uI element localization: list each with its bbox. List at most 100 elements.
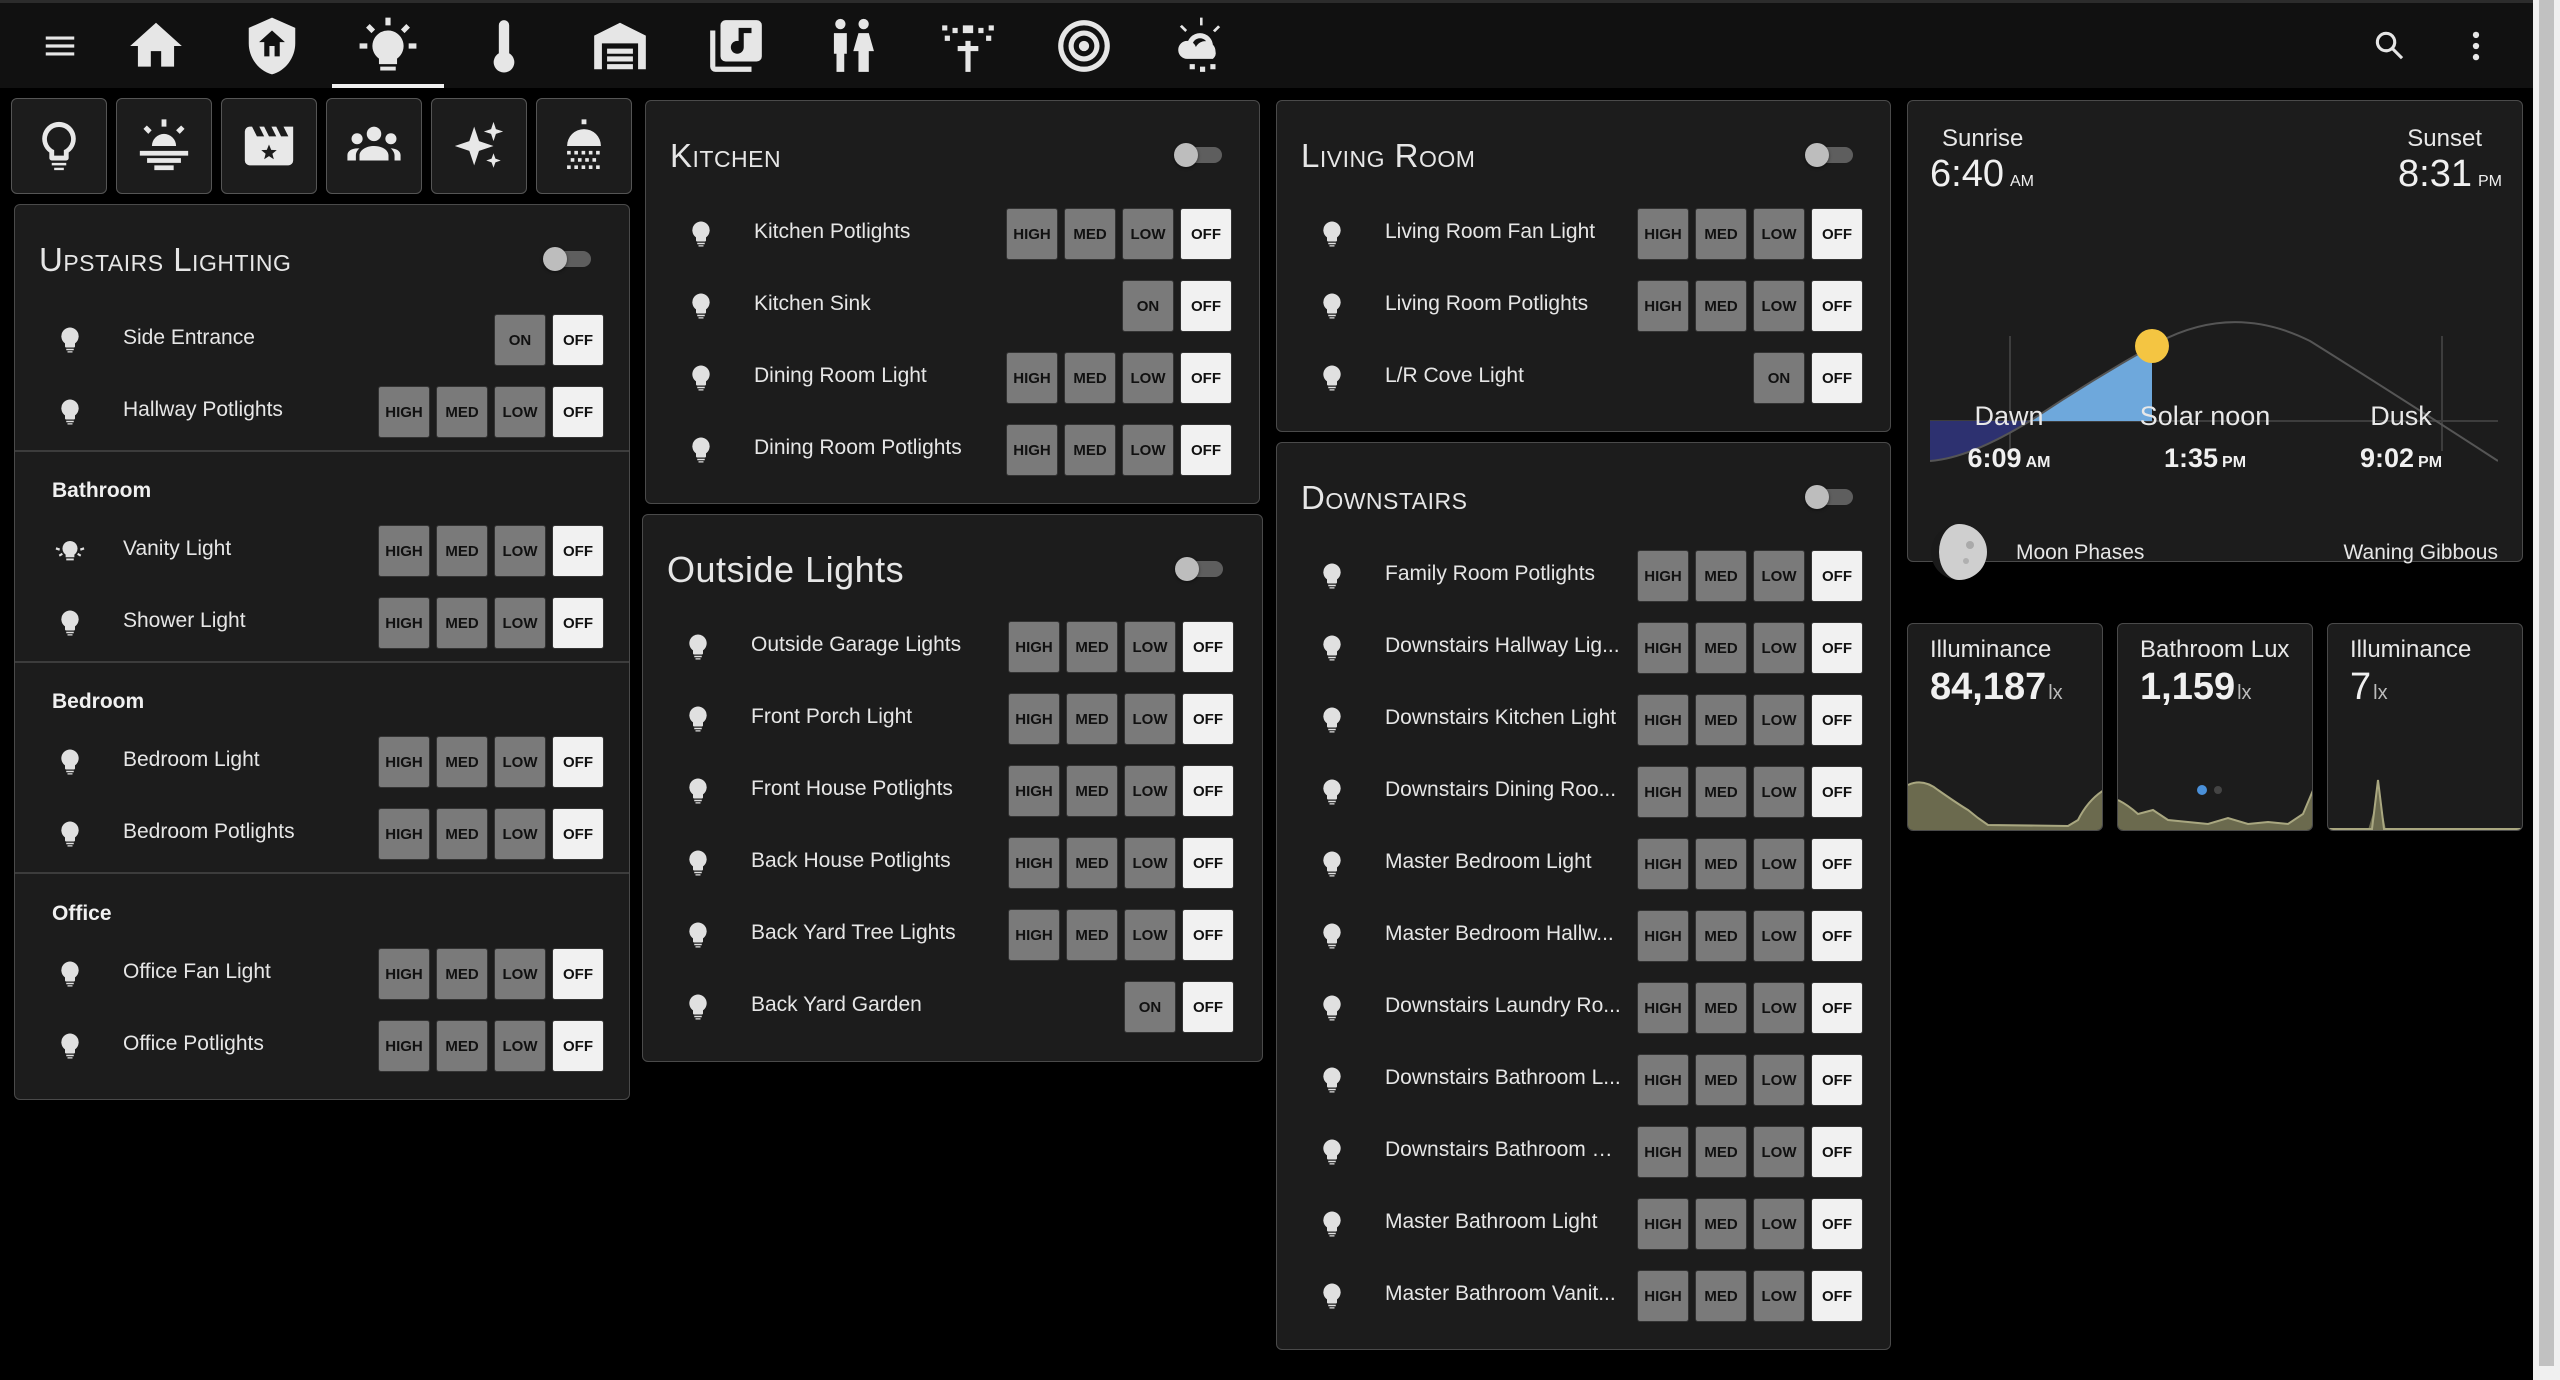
high-button[interactable]: HIGH xyxy=(1637,982,1689,1034)
light-name[interactable]: Kitchen Sink xyxy=(754,292,1106,316)
on-button[interactable]: ON xyxy=(1122,280,1174,332)
light-name[interactable]: Downstairs Hallway Lig... xyxy=(1385,634,1621,658)
lightbulb-icon[interactable] xyxy=(55,396,85,428)
off-button[interactable]: OFF xyxy=(1811,352,1863,404)
med-button[interactable]: MED xyxy=(436,808,488,860)
light-name[interactable]: Hallway Potlights xyxy=(123,398,362,422)
light-name[interactable]: Front Porch Light xyxy=(751,705,992,729)
high-button[interactable]: HIGH xyxy=(1637,622,1689,674)
tab-safety[interactable] xyxy=(1028,3,1140,88)
lightbulb-icon[interactable] xyxy=(1317,1280,1347,1312)
low-button[interactable]: LOW xyxy=(494,736,546,788)
vanity-bulb-icon[interactable] xyxy=(55,535,85,567)
low-button[interactable]: LOW xyxy=(1753,766,1805,818)
off-button[interactable]: OFF xyxy=(1182,765,1234,817)
med-button[interactable]: MED xyxy=(1695,280,1747,332)
high-button[interactable]: HIGH xyxy=(1637,910,1689,962)
low-button[interactable]: LOW xyxy=(494,597,546,649)
med-button[interactable]: MED xyxy=(1066,765,1118,817)
living-group-toggle[interactable] xyxy=(1805,143,1857,167)
low-button[interactable]: LOW xyxy=(1753,1126,1805,1178)
high-button[interactable]: HIGH xyxy=(378,597,430,649)
light-name[interactable]: Outside Garage Lights xyxy=(751,633,992,657)
light-name[interactable]: Back Yard Garden xyxy=(751,993,1108,1017)
med-button[interactable]: MED xyxy=(436,948,488,1000)
on-button[interactable]: ON xyxy=(1753,352,1805,404)
low-button[interactable]: LOW xyxy=(1124,621,1176,673)
tab-media[interactable] xyxy=(680,3,792,88)
high-button[interactable]: HIGH xyxy=(378,808,430,860)
tab-people[interactable] xyxy=(796,3,908,88)
off-button[interactable]: OFF xyxy=(1811,694,1863,746)
high-button[interactable]: HIGH xyxy=(378,525,430,577)
light-name[interactable]: Downstairs Bathroom V... xyxy=(1385,1138,1621,1162)
high-button[interactable]: HIGH xyxy=(1637,550,1689,602)
off-button[interactable]: OFF xyxy=(1180,352,1232,404)
lightbulb-icon[interactable] xyxy=(55,746,85,778)
scrollbar[interactable] xyxy=(2533,0,2560,1380)
bathroom-lux-sensor-card[interactable]: Bathroom Lux 1,159 lx xyxy=(2117,623,2313,831)
high-button[interactable]: HIGH xyxy=(1637,766,1689,818)
light-name[interactable]: Side Entrance xyxy=(123,326,478,350)
light-name[interactable]: Downstairs Kitchen Light xyxy=(1385,706,1621,730)
tab-climate[interactable] xyxy=(448,3,560,88)
menu-button[interactable] xyxy=(20,3,100,88)
off-button[interactable]: OFF xyxy=(1180,424,1232,476)
low-button[interactable]: LOW xyxy=(494,1020,546,1072)
high-button[interactable]: HIGH xyxy=(378,386,430,438)
off-button[interactable]: OFF xyxy=(1180,208,1232,260)
high-button[interactable]: HIGH xyxy=(1637,1126,1689,1178)
off-button[interactable]: OFF xyxy=(1180,280,1232,332)
lightbulb-icon[interactable] xyxy=(1317,1208,1347,1240)
lightbulb-icon[interactable] xyxy=(55,1030,85,1062)
low-button[interactable]: LOW xyxy=(1124,693,1176,745)
tab-lights[interactable] xyxy=(332,3,444,88)
low-button[interactable]: LOW xyxy=(1753,208,1805,260)
off-button[interactable]: OFF xyxy=(1811,982,1863,1034)
high-button[interactable]: HIGH xyxy=(1008,765,1060,817)
scene-sunset-button[interactable] xyxy=(116,98,212,194)
light-name[interactable]: Bedroom Light xyxy=(123,748,362,772)
lightbulb-icon[interactable] xyxy=(686,218,716,250)
off-button[interactable]: OFF xyxy=(1811,838,1863,890)
low-button[interactable]: LOW xyxy=(1122,208,1174,260)
off-button[interactable]: OFF xyxy=(1811,1054,1863,1106)
light-name[interactable]: Dining Room Potlights xyxy=(754,436,990,460)
scene-guests-button[interactable] xyxy=(326,98,422,194)
low-button[interactable]: LOW xyxy=(1753,982,1805,1034)
med-button[interactable]: MED xyxy=(436,386,488,438)
off-button[interactable]: OFF xyxy=(1811,1198,1863,1250)
med-button[interactable]: MED xyxy=(1695,1198,1747,1250)
light-name[interactable]: Back House Potlights xyxy=(751,849,992,873)
low-button[interactable]: LOW xyxy=(1753,622,1805,674)
off-button[interactable]: OFF xyxy=(1811,280,1863,332)
low-button[interactable]: LOW xyxy=(1753,694,1805,746)
high-button[interactable]: HIGH xyxy=(1008,909,1060,961)
low-button[interactable]: LOW xyxy=(1753,1198,1805,1250)
med-button[interactable]: MED xyxy=(1066,837,1118,889)
lightbulb-icon[interactable] xyxy=(683,703,713,735)
low-button[interactable]: LOW xyxy=(1122,424,1174,476)
off-button[interactable]: OFF xyxy=(1182,621,1234,673)
med-button[interactable]: MED xyxy=(1695,694,1747,746)
tab-weather[interactable] xyxy=(1144,3,1256,88)
high-button[interactable]: HIGH xyxy=(1637,694,1689,746)
lightbulb-icon[interactable] xyxy=(1317,992,1347,1024)
light-name[interactable]: Front House Potlights xyxy=(751,777,992,801)
med-button[interactable]: MED xyxy=(436,736,488,788)
light-name[interactable]: Downstairs Laundry Ro... xyxy=(1385,994,1621,1018)
light-name[interactable]: Office Potlights xyxy=(123,1032,362,1056)
off-button[interactable]: OFF xyxy=(552,808,604,860)
med-button[interactable]: MED xyxy=(1695,766,1747,818)
scrollbar-thumb[interactable] xyxy=(2539,0,2554,1366)
off-button[interactable]: OFF xyxy=(1811,766,1863,818)
scene-sparkle-button[interactable] xyxy=(431,98,527,194)
light-name[interactable]: Living Room Potlights xyxy=(1385,292,1621,316)
high-button[interactable]: HIGH xyxy=(1637,1270,1689,1322)
low-button[interactable]: LOW xyxy=(1124,837,1176,889)
high-button[interactable]: HIGH xyxy=(378,736,430,788)
off-button[interactable]: OFF xyxy=(1811,208,1863,260)
off-button[interactable]: OFF xyxy=(1811,622,1863,674)
high-button[interactable]: HIGH xyxy=(378,948,430,1000)
lightbulb-icon[interactable] xyxy=(683,775,713,807)
